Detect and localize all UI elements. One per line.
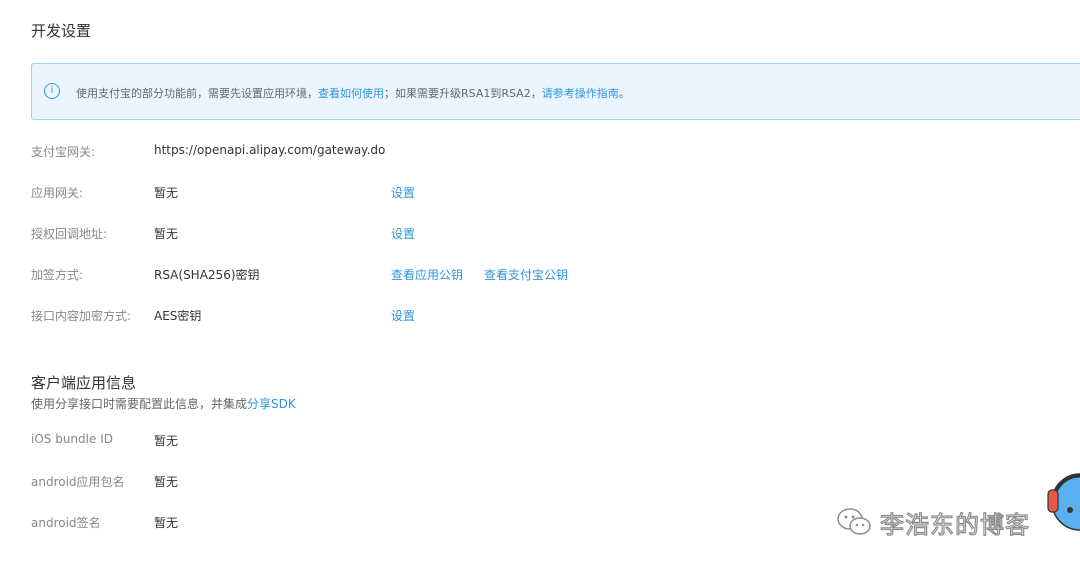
how-to-use-link[interactable]: 查看如何使用	[318, 87, 384, 100]
section-title-dev-settings: 开发设置	[31, 22, 92, 40]
ios-bundle-id-value: 暂无	[154, 434, 179, 448]
content-encryption-label: 接口内容加密方式:	[31, 309, 132, 323]
notice-text: 使用支付宝的部分功能前，需要先设置应用环境，查看如何使用；如果需要升级RSA1到…	[76, 85, 630, 101]
android-signature-value: 暂无	[154, 516, 179, 530]
client-info-subtitle: 使用分享接口时需要配置此信息，并集成分享SDK	[31, 395, 296, 412]
wechat-icon	[836, 506, 872, 538]
content-encryption-value: AES密钥	[154, 309, 202, 323]
section-title-client-info: 客户端应用信息	[31, 374, 137, 392]
gateway-label: 支付宝网关:	[31, 145, 96, 159]
android-package-label: android应用包名	[31, 475, 125, 489]
view-alipay-public-key-link[interactable]: 查看支付宝公钥	[484, 266, 568, 283]
share-sdk-link[interactable]: 分享SDK	[247, 397, 296, 411]
operation-guide-link[interactable]: 请参考操作指南	[542, 87, 619, 100]
app-gateway-value: 暂无	[154, 186, 179, 200]
android-package-value: 暂无	[154, 475, 179, 489]
auth-callback-value: 暂无	[154, 227, 179, 241]
auth-callback-set-link[interactable]: 设置	[391, 225, 415, 242]
notice-text-before: 使用支付宝的部分功能前，需要先设置应用环境，	[76, 87, 318, 100]
watermark-text: 李浩东的博客	[879, 510, 1030, 539]
notice-text-middle: ；如果需要升级RSA1到RSA2，	[384, 87, 542, 100]
app-gateway-set-link[interactable]: 设置	[391, 184, 415, 201]
sign-method-value: RSA(SHA256)密钥	[154, 268, 260, 282]
notice-text-after: 。	[618, 87, 630, 100]
gateway-value: https://openapi.alipay.com/gateway.do	[154, 143, 386, 157]
ios-bundle-id-label: iOS bundle ID	[31, 432, 113, 446]
info-icon: i	[44, 83, 60, 99]
view-app-public-key-link[interactable]: 查看应用公钥	[391, 266, 463, 283]
auth-callback-label: 授权回调地址:	[31, 227, 108, 241]
sign-method-label: 加签方式:	[31, 268, 84, 282]
android-signature-label: android签名	[31, 516, 101, 530]
client-info-subtitle-text: 使用分享接口时需要配置此信息，并集成	[31, 397, 248, 411]
info-notice: i 使用支付宝的部分功能前，需要先设置应用环境，查看如何使用；如果需要升级RSA…	[31, 63, 1080, 120]
mascot-icon	[1044, 466, 1080, 534]
content-encryption-set-link[interactable]: 设置	[391, 307, 415, 324]
app-gateway-label: 应用网关:	[31, 186, 84, 200]
